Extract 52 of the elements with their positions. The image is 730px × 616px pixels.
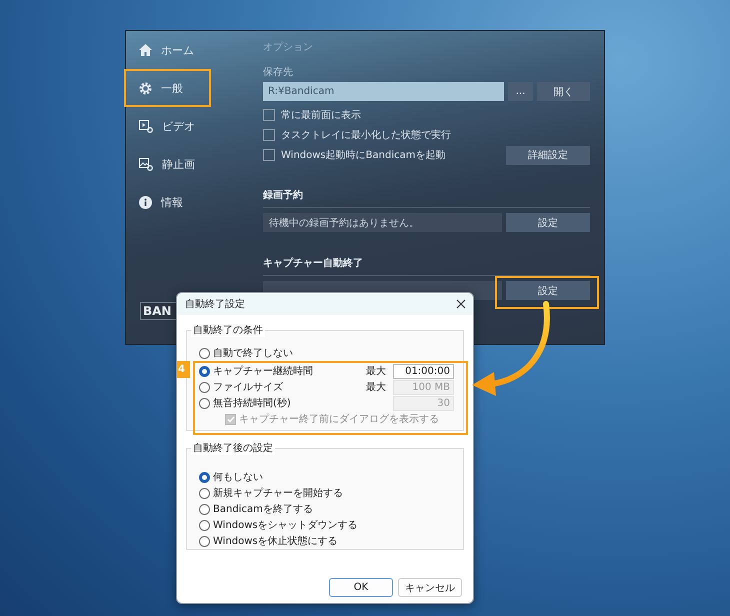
home-icon (139, 44, 152, 56)
gear-icon (139, 82, 152, 94)
check-icon (226, 416, 234, 422)
settings-button[interactable]: 設定 (506, 213, 590, 232)
image-settings-icon (139, 158, 153, 170)
option-label: Windowsを休止状態にする (213, 534, 338, 548)
info-icon (139, 196, 152, 208)
status-text: 待機中の録画予約はありません。 (263, 213, 502, 232)
radio-button[interactable] (199, 488, 210, 498)
group-title: 自動終了後の設定 (191, 441, 275, 455)
checkbox[interactable] (263, 129, 275, 141)
section-title: キャプチャー自動終了 (263, 257, 364, 271)
option-label: 新規キャプチャーを開始する (213, 486, 343, 500)
radio-button[interactable] (199, 536, 210, 546)
advanced-settings-button[interactable]: 詳細設定 (506, 146, 590, 164)
options-title: オプション (263, 41, 314, 55)
option-label: Windowsをシャットダウンする (213, 519, 358, 532)
field-label: 保存先 (263, 66, 294, 80)
cancel-button[interactable]: キャンセル (398, 578, 462, 597)
option-label: 無音持続時間(秒) (213, 396, 291, 410)
group-title: 自動終了の条件 (191, 323, 265, 337)
limit-label: 最大 (366, 364, 387, 378)
checkbox[interactable] (263, 149, 275, 161)
radio-button[interactable] (199, 472, 210, 482)
checkbox-label: Windows起動時にBandicamを起動 (281, 148, 446, 162)
option-label: ファイルサイズ (213, 381, 283, 394)
limit-label: 最大 (366, 380, 387, 394)
option-label: キャプチャー継続時間 (213, 364, 313, 378)
checkbox-label: キャプチャー終了前にダイアログを表示する (239, 412, 439, 426)
checkbox[interactable] (263, 109, 275, 121)
section-title: 録画予約 (263, 189, 304, 203)
path-field[interactable]: R:¥Bandicam (263, 82, 504, 101)
close-icon[interactable] (456, 299, 466, 309)
browse-button[interactable]: ... (508, 82, 533, 101)
video-settings-icon (139, 120, 153, 132)
sidebar-item[interactable]: ホーム (124, 31, 211, 69)
radio-button[interactable] (199, 504, 210, 514)
settings-button[interactable]: 設定 (506, 281, 590, 300)
option-label: Bandicamを終了する (213, 503, 313, 516)
open-button[interactable]: 開く (537, 82, 590, 101)
ok-button[interactable]: OK (329, 578, 393, 597)
option-label: 何もしない (213, 471, 263, 484)
checkbox-label: タスクトレイに最小化した状態で実行 (281, 128, 451, 142)
sidebar-item[interactable]: 一般 (124, 69, 211, 107)
radio-button[interactable] (199, 348, 210, 358)
step-badge: 4 (177, 361, 190, 378)
sidebar-item[interactable]: ビデオ (124, 107, 211, 145)
sidebar-item[interactable]: 静止画 (124, 145, 211, 183)
radio-button[interactable] (199, 520, 210, 530)
checkbox-label: 常に最前面に表示 (281, 108, 361, 122)
option-label: 自動で終了しない (213, 347, 293, 360)
sidebar-item[interactable]: 情報 (124, 183, 211, 221)
